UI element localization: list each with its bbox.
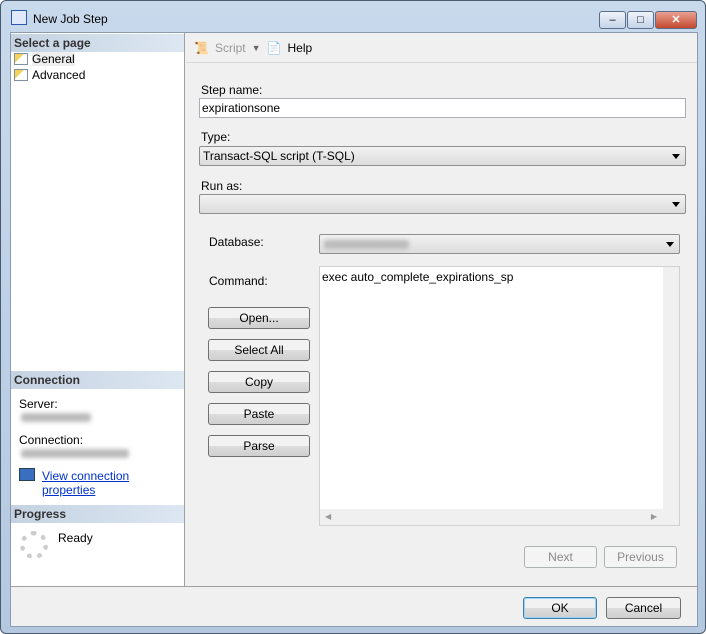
title-bar: New Job Step – □ ✕: [9, 7, 697, 31]
page-label: General: [32, 52, 75, 66]
toolbar: 📜 Script ▼ 📄 Help: [186, 33, 697, 63]
cancel-button[interactable]: Cancel: [606, 597, 681, 619]
type-value: Transact-SQL script (T-SQL): [203, 149, 355, 163]
command-label: Command:: [209, 274, 268, 288]
progress-header: Progress: [11, 505, 184, 523]
type-select[interactable]: Transact-SQL script (T-SQL): [199, 146, 686, 166]
job-step-icon: [11, 10, 27, 25]
page-label: Advanced: [32, 68, 86, 82]
server-label: Server:: [19, 397, 58, 411]
view-connection-properties-link[interactable]: View connection properties: [42, 469, 184, 497]
chevron-down-icon: [672, 202, 680, 207]
select-all-button[interactable]: Select All: [208, 339, 310, 361]
progress-status: Ready: [58, 531, 93, 545]
close-button[interactable]: ✕: [655, 11, 697, 29]
window-title: New Job Step: [33, 12, 108, 26]
run-as-select[interactable]: [199, 194, 686, 214]
progress-spinner-icon: [20, 531, 48, 559]
connection-header: Connection: [11, 371, 184, 389]
step-name-label: Step name:: [201, 83, 263, 97]
horizontal-scrollbar[interactable]: ◀ ▶: [320, 509, 679, 525]
next-button[interactable]: Next: [524, 546, 597, 568]
maximize-button[interactable]: □: [627, 11, 654, 29]
select-page-header: Select a page: [11, 34, 184, 52]
main-panel: 📜 Script ▼ 📄 Help Step name: expirations…: [186, 33, 697, 586]
previous-button[interactable]: Previous: [604, 546, 677, 568]
dialog-footer: OK Cancel: [11, 586, 697, 626]
dialog-window: New Job Step – □ ✕ Select a page General…: [0, 0, 706, 634]
help-icon: 📄: [266, 40, 282, 55]
chevron-down-icon: [666, 242, 674, 247]
database-select[interactable]: [319, 234, 680, 254]
client-area: Select a page General Advanced Connectio…: [10, 32, 698, 627]
script-button[interactable]: Script: [215, 41, 246, 55]
connection-properties-icon: [19, 468, 35, 481]
connection-value-redacted: [21, 449, 129, 458]
sidebar: Select a page General Advanced Connectio…: [11, 33, 185, 586]
connection-label: Connection:: [19, 433, 84, 447]
ok-button[interactable]: OK: [523, 597, 597, 619]
help-button[interactable]: Help: [288, 41, 313, 55]
parse-button[interactable]: Parse: [208, 435, 310, 457]
command-text[interactable]: exec auto_complete_expirations_sp: [320, 267, 679, 287]
command-editor[interactable]: exec auto_complete_expirations_sp ◀ ▶: [319, 266, 680, 526]
vertical-scrollbar[interactable]: [663, 267, 679, 509]
copy-button[interactable]: Copy: [208, 371, 310, 393]
step-name-input[interactable]: expirationsone: [199, 98, 686, 118]
script-dropdown-icon[interactable]: ▼: [252, 43, 261, 53]
database-value-redacted: [324, 240, 409, 249]
type-label: Type:: [201, 130, 231, 144]
page-icon: [14, 53, 28, 65]
page-icon: [14, 69, 28, 81]
run-as-label: Run as:: [201, 179, 243, 193]
script-icon: 📜: [194, 40, 209, 55]
open-button[interactable]: Open...: [208, 307, 310, 329]
server-value-redacted: [21, 413, 91, 422]
page-advanced[interactable]: Advanced: [14, 68, 85, 82]
minimize-button[interactable]: –: [599, 11, 626, 29]
database-label: Database:: [209, 235, 264, 249]
page-general[interactable]: General: [14, 52, 75, 66]
paste-button[interactable]: Paste: [208, 403, 310, 425]
chevron-down-icon: [672, 154, 680, 159]
